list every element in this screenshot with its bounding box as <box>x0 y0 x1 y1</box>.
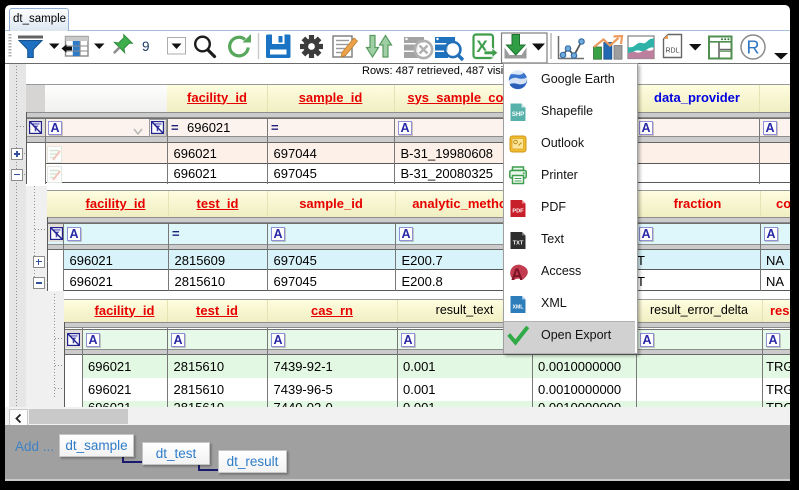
svg-text:9: 9 <box>142 39 150 54</box>
svg-text:A: A <box>511 266 523 284</box>
svg-text:SHP: SHP <box>512 112 524 118</box>
svg-text:PDF: PDF <box>512 209 524 215</box>
svg-text:R: R <box>747 38 760 58</box>
svg-text:RDL: RDL <box>665 48 679 55</box>
svg-text:XML: XML <box>513 305 525 311</box>
svg-text:TXT: TXT <box>513 241 524 247</box>
